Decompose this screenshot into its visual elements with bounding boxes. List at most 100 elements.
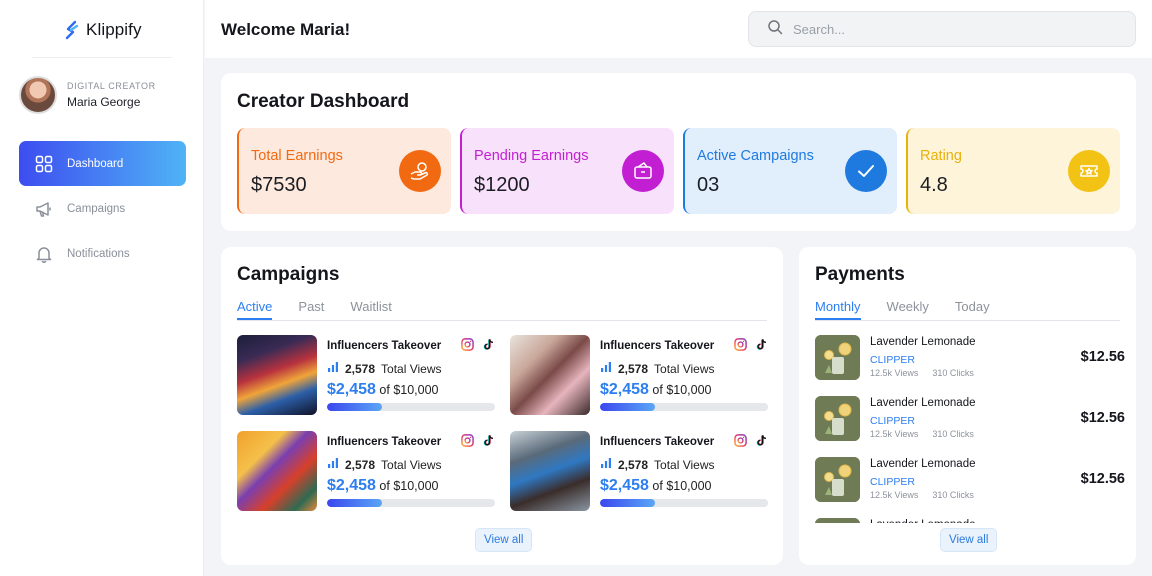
tab-today[interactable]: Today	[955, 299, 990, 320]
sidebar-item-campaigns[interactable]: Campaigns	[19, 186, 186, 231]
tiktok-icon[interactable]	[755, 338, 768, 356]
top-bar: Welcome Maria!	[205, 0, 1152, 58]
progress-fill	[327, 499, 383, 507]
payment-row[interactable]: Lavender Lemonade CLIPPER 12.5k Views310…	[815, 396, 1125, 457]
sidebar-item-notifications[interactable]: Notifications	[19, 231, 186, 276]
brand-name: CLIPPER	[870, 476, 915, 488]
stat-card-pending-earnings[interactable]: Pending Earnings $1200	[460, 128, 674, 214]
views-count: 12.5k Views	[870, 490, 919, 500]
goal-amount: of $10,000	[652, 479, 712, 493]
tab-weekly[interactable]: Weekly	[887, 299, 929, 320]
campaign-views: 2,578 Total Views	[600, 361, 715, 376]
sidebar-item-label: Dashboard	[67, 157, 124, 170]
creator-dashboard-panel: Creator Dashboard Total Earnings $7530 P…	[221, 73, 1136, 231]
tiktok-icon[interactable]	[482, 338, 495, 356]
divider	[32, 57, 172, 58]
profile-name: Maria George	[67, 95, 141, 109]
bar-chart-icon	[600, 361, 612, 376]
instagram-icon[interactable]	[461, 338, 474, 356]
product-thumbnail	[815, 518, 860, 523]
stat-card-active-campaigns[interactable]: Active Campaigns 03	[683, 128, 897, 214]
campaign-earnings: $2,458 of $10,000	[327, 381, 439, 399]
progress-fill	[600, 499, 656, 507]
bar-chart-icon	[600, 457, 612, 472]
goal-amount: of $10,000	[652, 383, 712, 397]
earned-amount: $2,458	[600, 477, 649, 494]
campaign-card[interactable]: Influencers Takeover 2,578 Total Views $…	[237, 335, 495, 415]
welcome-heading: Welcome Maria!	[221, 20, 351, 39]
campaign-card[interactable]: Influencers Takeover 2,578 Total Views $…	[510, 335, 768, 415]
payment-row[interactable]: Lavender Lemonade CLIPPER 12.5k Views310…	[815, 457, 1125, 518]
campaign-card[interactable]: Influencers Takeover 2,578 Total Views $…	[237, 431, 495, 511]
views-count: 2,578	[618, 361, 649, 376]
klippify-logo-icon	[65, 20, 79, 40]
product-name: Lavender Lemonade	[870, 397, 976, 409]
search-input[interactable]	[793, 21, 1113, 37]
avatar	[19, 76, 57, 114]
campaign-title: Influencers Takeover	[600, 340, 715, 352]
tab-waitlist[interactable]: Waitlist	[350, 299, 391, 320]
stat-card-rating[interactable]: Rating 4.8	[906, 128, 1120, 214]
sidebar-item-label: Campaigns	[67, 202, 126, 215]
campaign-thumbnail	[510, 431, 590, 511]
search-icon	[767, 19, 783, 40]
view-all-payments-button[interactable]: View all	[940, 528, 998, 552]
clicks-count: 310 Clicks	[932, 490, 974, 500]
tab-active[interactable]: Active	[237, 299, 273, 320]
search-box[interactable]	[748, 11, 1136, 47]
payment-row[interactable]: Lavender Lemonade CLIPPER 12.5k Views310…	[815, 335, 1125, 396]
sidebar-item-dashboard[interactable]: Dashboard	[19, 141, 186, 186]
campaign-socials	[461, 338, 495, 356]
progress-fill	[600, 403, 656, 411]
view-all-campaigns-button[interactable]: View all	[475, 528, 533, 552]
stat-card-total-earnings[interactable]: Total Earnings $7530	[237, 128, 451, 214]
bell-icon	[35, 245, 53, 263]
stat-value: $1200	[474, 174, 530, 196]
payment-amount: $12.56	[1080, 471, 1125, 487]
instagram-icon[interactable]	[461, 434, 474, 452]
payment-stats: 12.5k Views 310 Clicks	[870, 429, 974, 439]
payment-row[interactable]: Lavender Lemonade CLIPPER 12.5k Views310…	[815, 518, 1125, 523]
product-thumbnail	[815, 335, 860, 380]
wallet-icon	[622, 150, 664, 192]
tiktok-icon[interactable]	[755, 434, 768, 452]
clicks-count: 310 Clicks	[932, 429, 974, 439]
instagram-icon[interactable]	[734, 434, 747, 452]
campaign-thumbnail	[237, 335, 317, 415]
profile-role: DIGITAL CREATOR	[67, 81, 156, 91]
campaign-earnings: $2,458 of $10,000	[600, 477, 712, 495]
payment-amount: $12.56	[1080, 349, 1125, 365]
earned-amount: $2,458	[600, 381, 649, 398]
instagram-icon[interactable]	[734, 338, 747, 356]
campaign-views: 2,578 Total Views	[327, 361, 442, 376]
campaign-tabs: Active Past Waitlist	[237, 299, 767, 321]
payment-tabs: Monthly Weekly Today	[815, 299, 1120, 321]
campaign-earnings: $2,458 of $10,000	[327, 477, 439, 495]
campaign-card[interactable]: Influencers Takeover 2,578 Total Views $…	[510, 431, 768, 511]
app-logo[interactable]: Klippify	[64, 20, 142, 40]
tab-monthly[interactable]: Monthly	[815, 299, 861, 320]
earned-amount: $2,458	[327, 381, 376, 398]
goal-amount: of $10,000	[379, 479, 439, 493]
views-label: Total Views	[654, 361, 715, 376]
app-name: Klippify	[86, 20, 142, 39]
stat-label: Rating	[920, 148, 962, 164]
campaign-title: Influencers Takeover	[327, 340, 442, 352]
tab-past[interactable]: Past	[298, 299, 324, 320]
bar-chart-icon	[327, 457, 339, 472]
campaign-earnings: $2,458 of $10,000	[600, 381, 712, 399]
sidebar-nav: Dashboard Campaigns Notifications	[19, 141, 186, 276]
profile-card[interactable]: DIGITAL CREATOR Maria George	[19, 76, 156, 114]
views-count: 12.5k Views	[870, 368, 919, 378]
panel-title: Payments	[815, 264, 905, 285]
campaign-views: 2,578 Total Views	[600, 457, 715, 472]
views-count: 2,578	[618, 457, 649, 472]
payment-stats: 12.5k Views 310 Clicks	[870, 490, 974, 500]
campaign-thumbnail	[510, 335, 590, 415]
campaign-socials	[734, 338, 768, 356]
tiktok-icon[interactable]	[482, 434, 495, 452]
sidebar: Klippify DIGITAL CREATOR Maria George Da…	[0, 0, 204, 576]
stat-label: Total Earnings	[251, 148, 343, 164]
campaign-socials	[734, 434, 768, 452]
product-thumbnail	[815, 457, 860, 502]
